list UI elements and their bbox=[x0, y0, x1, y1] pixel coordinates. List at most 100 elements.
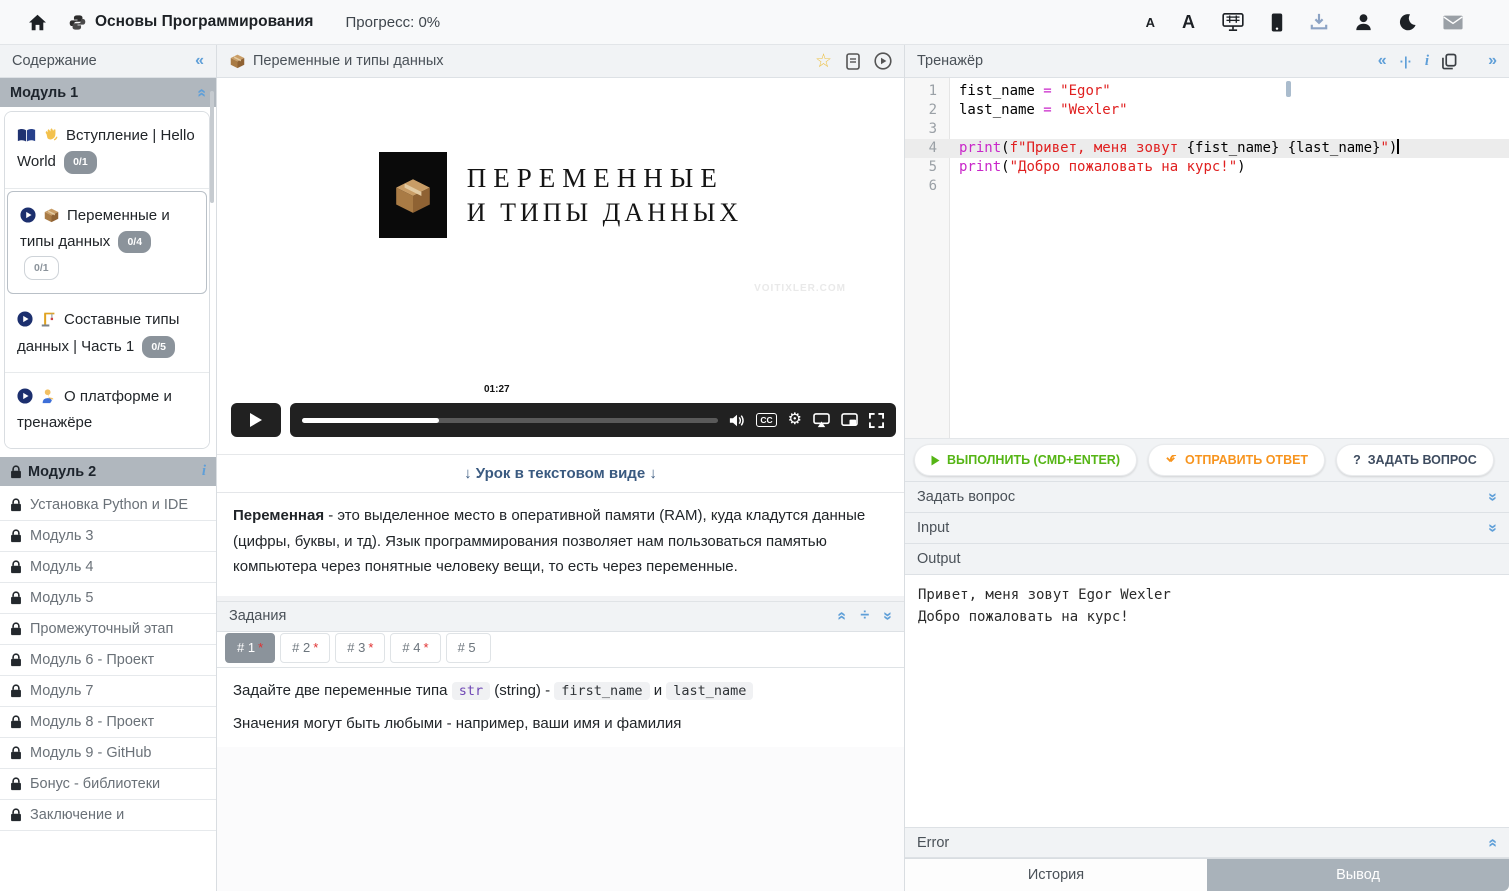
output-console: Привет, меня зовут Egor Wexler Добро пож… bbox=[905, 575, 1509, 827]
tasks-empty-area bbox=[217, 747, 904, 891]
copy-code-icon[interactable] bbox=[1442, 53, 1457, 70]
font-increase-icon[interactable]: A bbox=[1182, 12, 1195, 32]
lock-icon bbox=[10, 591, 22, 605]
code-line: 3 bbox=[905, 120, 1509, 139]
airplay-icon[interactable] bbox=[813, 413, 830, 428]
error-section-header[interactable]: Error « bbox=[905, 827, 1509, 858]
font-decrease-icon[interactable]: A bbox=[1146, 12, 1155, 32]
tasks-divider-icon[interactable]: ÷ bbox=[860, 608, 869, 624]
line-number: 2 bbox=[905, 101, 950, 120]
sidebar-lesson-variables[interactable]: Переменные и типы данных 0/4 0/1 bbox=[7, 191, 207, 295]
collapse-module-icon[interactable]: « bbox=[194, 88, 210, 97]
video-control-bar: 01:27 CC ⚙ bbox=[290, 403, 896, 437]
progress-label: Прогресс: 0% bbox=[345, 14, 440, 31]
ask-expand-icon[interactable]: « bbox=[1485, 493, 1501, 502]
run-button[interactable]: ВЫПОЛНИТЬ (CMD+ENTER) bbox=[914, 444, 1137, 476]
lock-icon bbox=[10, 684, 22, 698]
trainer-info-icon[interactable]: i bbox=[1425, 53, 1429, 70]
output-tab[interactable]: Вывод bbox=[1207, 859, 1509, 891]
trainer-collapse-left-icon[interactable]: « bbox=[1378, 53, 1387, 69]
trainer-split-icon[interactable]: ·|· bbox=[1400, 55, 1412, 68]
input-section-label: Input bbox=[917, 520, 949, 536]
locked-module-item[interactable]: Модуль 8 - Проект bbox=[0, 707, 216, 738]
locked-module-item[interactable]: Модуль 5 bbox=[0, 583, 216, 614]
locked-module-item[interactable]: Заключение и bbox=[0, 800, 216, 831]
lesson-title: Переменные и типы данных bbox=[253, 53, 444, 69]
locked-module-item[interactable]: Бонус - библиотеки bbox=[0, 769, 216, 800]
tasks-collapse-up-icon[interactable]: « bbox=[834, 612, 850, 621]
lesson-progress-badge: 0/5 bbox=[142, 336, 175, 358]
locked-module-item[interactable]: Модуль 6 - Проект bbox=[0, 645, 216, 676]
submit-answer-button[interactable]: ОТПРАВИТЬ ОТВЕТ bbox=[1148, 444, 1325, 476]
module-1-header[interactable]: Модуль 1 « bbox=[0, 78, 216, 107]
sidebar-scrollbar[interactable] bbox=[210, 91, 214, 203]
play-circle-icon bbox=[17, 388, 33, 404]
locked-module-item[interactable]: Установка Python и IDE bbox=[0, 490, 216, 521]
submit-button-label: ОТПРАВИТЬ ОТВЕТ bbox=[1185, 453, 1308, 467]
profile-icon[interactable] bbox=[1355, 12, 1372, 32]
output-line: Добро пожаловать на курс! bbox=[918, 606, 1496, 628]
fullscreen-icon[interactable] bbox=[869, 413, 884, 428]
home-icon[interactable] bbox=[28, 12, 47, 32]
task-tab-5[interactable]: # 5 bbox=[446, 633, 491, 663]
text-lesson-link[interactable]: ↓ Урок в текстовом виде ↓ bbox=[464, 465, 657, 482]
lesson-scrollbar[interactable] bbox=[1286, 81, 1291, 97]
desktop-mode-icon[interactable] bbox=[1222, 12, 1244, 32]
sidebar-lesson-intro[interactable]: Вступление | Hello World 0/1 bbox=[5, 112, 209, 189]
module-2-header[interactable]: Модуль 2 i bbox=[0, 457, 216, 486]
favorite-star-icon[interactable]: ☆ bbox=[815, 52, 832, 71]
tasks-collapse-down-icon[interactable]: « bbox=[880, 612, 896, 621]
task-tab-2[interactable]: # 2* bbox=[280, 633, 330, 663]
ask-question-button[interactable]: ? ЗАДАТЬ ВОПРОС bbox=[1336, 444, 1494, 476]
task-tab-1[interactable]: # 1* bbox=[225, 633, 275, 663]
code-line: 2 last_name = "Wexler" bbox=[905, 101, 1509, 120]
task-tab-3[interactable]: # 3* bbox=[335, 633, 385, 663]
download-icon[interactable] bbox=[1310, 12, 1328, 32]
required-star: * bbox=[368, 640, 373, 655]
lock-icon bbox=[10, 498, 22, 512]
locked-module-label: Модуль 7 bbox=[30, 683, 94, 699]
task-line-2: Значения могут быть любыми - например, в… bbox=[233, 712, 888, 736]
captions-icon[interactable]: CC bbox=[756, 413, 776, 427]
video-version-icon[interactable] bbox=[874, 52, 892, 70]
trainer-expand-right-icon[interactable]: » bbox=[1488, 53, 1497, 69]
sidebar-lesson-platform[interactable]: О платформе и тренажёре bbox=[5, 373, 209, 449]
video-player[interactable]: ПЕРЕМЕННЫЕ И ТИПЫ ДАННЫХ VOITIXLER.COM 0… bbox=[217, 78, 904, 455]
error-collapse-icon[interactable]: « bbox=[1485, 838, 1501, 847]
code-line: 6 bbox=[905, 177, 1509, 196]
video-watermark: VOITIXLER.COM bbox=[754, 283, 846, 294]
locked-module-item[interactable]: Модуль 9 - GitHub bbox=[0, 738, 216, 769]
pip-icon[interactable] bbox=[841, 413, 858, 428]
locked-module-label: Установка Python и IDE bbox=[30, 497, 188, 513]
lock-icon bbox=[10, 715, 22, 729]
topbar-left: Основы Программирования Прогресс: 0% bbox=[0, 12, 440, 32]
sidebar-lesson-composite-types[interactable]: Составные типы данных | Часть 1 0/5 bbox=[5, 296, 209, 373]
video-play-button[interactable] bbox=[231, 403, 281, 437]
task-tab-4[interactable]: # 4* bbox=[390, 633, 440, 663]
mobile-mode-icon[interactable] bbox=[1271, 12, 1283, 32]
line-number: 1 bbox=[905, 82, 950, 101]
dark-mode-moon-icon[interactable] bbox=[1399, 12, 1416, 32]
text-version-icon[interactable] bbox=[846, 53, 860, 70]
volume-icon[interactable] bbox=[729, 413, 745, 428]
code-editor[interactable]: 1 fist_name = "Egor" 2 last_name = "Wexl… bbox=[905, 78, 1509, 438]
locked-module-item[interactable]: Модуль 4 bbox=[0, 552, 216, 583]
lesson-progress-badge: 0/4 bbox=[118, 231, 151, 253]
input-expand-icon[interactable]: « bbox=[1485, 524, 1501, 533]
input-section-header[interactable]: Input « bbox=[905, 513, 1509, 544]
trainer-title: Тренажёр bbox=[917, 53, 983, 69]
lock-icon bbox=[10, 777, 22, 791]
history-tab[interactable]: История bbox=[905, 859, 1207, 891]
collapse-sidebar-icon[interactable]: « bbox=[195, 53, 204, 69]
locked-module-item[interactable]: Модуль 3 bbox=[0, 521, 216, 552]
locked-module-item[interactable]: Модуль 7 bbox=[0, 676, 216, 707]
settings-gear-icon[interactable]: ⚙ bbox=[788, 412, 802, 428]
person-tipping-hand-icon bbox=[40, 388, 57, 404]
locked-module-item[interactable]: Промежуточный этап bbox=[0, 614, 216, 645]
output-section-header[interactable]: Output bbox=[905, 544, 1509, 575]
mail-icon[interactable] bbox=[1443, 12, 1463, 32]
required-star: * bbox=[313, 640, 318, 655]
video-progress-track[interactable] bbox=[302, 418, 718, 423]
ask-question-section-header[interactable]: Задать вопрос « bbox=[905, 482, 1509, 513]
module-info-icon[interactable]: i bbox=[202, 463, 206, 480]
